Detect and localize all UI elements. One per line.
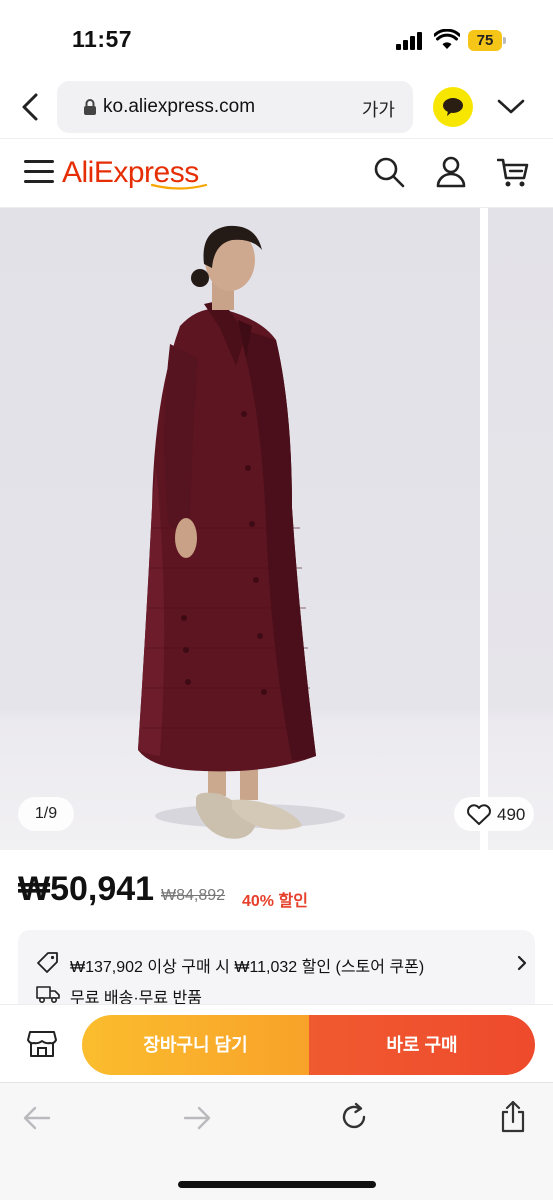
coupon-text: ₩137,902 이상 구매 시 ₩11,032 할인 (스토어 쿠폰)	[70, 959, 425, 976]
battery-icon: 75	[468, 30, 506, 51]
browser-toolbar	[0, 1082, 553, 1200]
truck-icon	[36, 986, 60, 1004]
model-in-dress-illustration	[138, 225, 345, 839]
chat-bubble-icon	[443, 98, 463, 116]
text-size-button[interactable]: 가가	[362, 96, 395, 122]
address-bar[interactable]: ko.aliexpress.com 가가	[57, 81, 413, 133]
wifi-icon	[434, 29, 460, 49]
current-price: ₩50,941	[18, 870, 155, 908]
wishlist-button[interactable]: 490	[454, 797, 534, 831]
chevron-down-icon[interactable]	[496, 94, 526, 118]
heart-icon	[467, 804, 491, 825]
buy-now-button[interactable]: 바로 구매	[309, 1015, 535, 1075]
bottom-action-bar: 장바구니 담기 바로 구매	[0, 1004, 553, 1082]
hamburger-menu-icon[interactable]	[24, 160, 54, 184]
home-indicator	[178, 1181, 376, 1188]
kakao-chat-button[interactable]	[433, 87, 473, 127]
site-header: AliExpress	[0, 138, 553, 208]
next-product-image[interactable]	[488, 208, 553, 850]
battery-level: 75	[476, 32, 494, 49]
product-image-gallery[interactable]: 1/9 490	[0, 208, 553, 850]
search-icon[interactable]	[373, 156, 405, 188]
discount-badge: 40% 할인	[242, 893, 308, 910]
product-image[interactable]	[0, 208, 480, 850]
status-bar: 11:57 75	[0, 0, 553, 78]
share-icon[interactable]	[498, 1100, 528, 1134]
logo-swoosh	[150, 183, 208, 190]
user-icon[interactable]	[436, 156, 466, 188]
cart-icon[interactable]	[497, 157, 529, 189]
image-page-counter: 1/9	[18, 797, 74, 831]
cellular-signal-icon	[396, 32, 426, 50]
store-icon[interactable]	[26, 1028, 58, 1060]
shipping-row: 무료 배송·무료 반품	[36, 982, 516, 1007]
store-coupon-row[interactable]: ₩137,902 이상 구매 시 ₩11,032 할인 (스토어 쿠폰)	[36, 951, 527, 976]
tag-icon	[37, 952, 58, 973]
price-row: ₩50,941 ₩84,892 40% 할인	[18, 866, 538, 916]
add-to-cart-button[interactable]: 장바구니 담기	[82, 1015, 309, 1075]
arrow-right-icon[interactable]	[182, 1105, 212, 1131]
browser-address-row: ko.aliexpress.com 가가	[0, 78, 553, 138]
reload-icon[interactable]	[339, 1102, 369, 1132]
chevron-left-icon[interactable]	[18, 90, 44, 124]
wishlist-count: 490	[497, 805, 526, 824]
status-time: 11:57	[72, 26, 133, 52]
arrow-left-icon[interactable]	[22, 1105, 52, 1131]
original-price: ₩84,892	[161, 887, 226, 904]
chevron-right-icon[interactable]	[515, 954, 529, 972]
lock-icon	[84, 99, 96, 115]
url-text: ko.aliexpress.com	[103, 96, 256, 117]
